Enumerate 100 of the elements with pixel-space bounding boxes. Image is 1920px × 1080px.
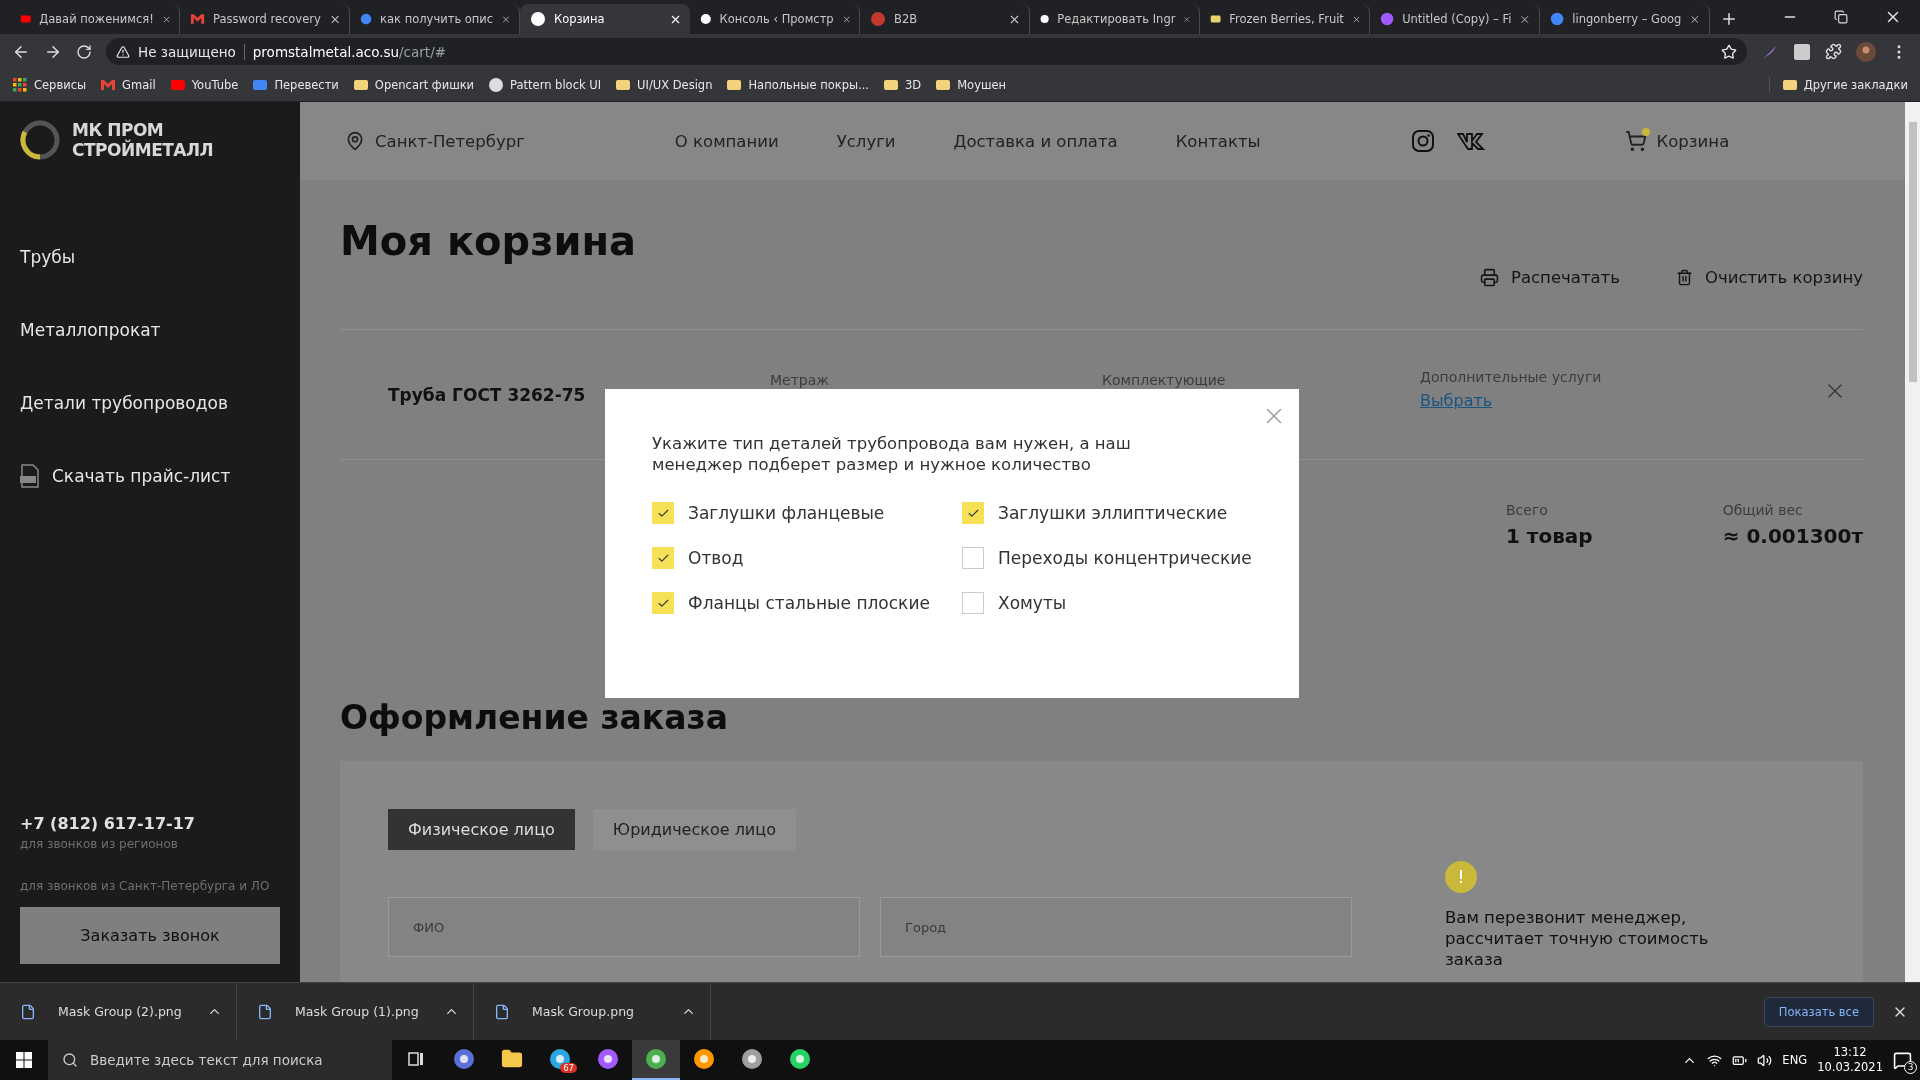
checkbox[interactable]	[962, 592, 984, 614]
site-favicon-icon	[700, 11, 712, 27]
phone-number[interactable]: +7 (812) 617-17-17	[20, 814, 280, 833]
site-favicon-icon	[870, 11, 886, 27]
extension-icon[interactable]	[1793, 42, 1811, 61]
windows-start-icon[interactable]	[16, 1052, 32, 1068]
customer-type-tab[interactable]: Физическое лицо	[388, 809, 575, 850]
option-checkbox[interactable]: Заглушки эллиптические	[962, 502, 1259, 524]
bookmark[interactable]: UI/UX Design	[615, 77, 713, 93]
summary-value: 1 товар	[1506, 524, 1593, 548]
folder-icon	[726, 77, 743, 93]
apps-grid-icon	[12, 77, 28, 93]
option-label: Заглушки эллиптические	[998, 503, 1228, 523]
instagram-icon[interactable]	[1410, 129, 1435, 153]
bookmark[interactable]: Сервисы	[12, 77, 87, 93]
logo-text: МК ПРОМ СТРОЙМЕТАЛЛ	[72, 120, 214, 160]
app-icon[interactable]	[645, 1048, 667, 1070]
dialog-text: Укажите тип деталей трубопровода вам нужен, а наш менеджер подберет размер и нужное количество	[652, 433, 1132, 475]
folder-icon	[615, 77, 632, 93]
warning-icon	[1445, 861, 1477, 893]
reload-icon[interactable]	[76, 43, 92, 60]
task-view-icon[interactable]	[407, 1050, 425, 1068]
option-checkbox[interactable]: Фланцы стальные плоские	[652, 592, 962, 614]
site-favicon-icon	[190, 11, 206, 27]
notification-count: 3	[1904, 1060, 1917, 1074]
cart-link[interactable]: Корзина	[1624, 130, 1730, 152]
option-checkbox[interactable]: Хомуты	[962, 592, 1259, 614]
checkbox[interactable]	[652, 592, 674, 614]
nav-link[interactable]: Контакты	[1175, 131, 1261, 151]
phone-note: для звонков из регионов	[20, 837, 179, 851]
new-tab-icon[interactable]	[1720, 10, 1738, 28]
network-icon[interactable]	[1707, 1052, 1723, 1068]
checkbox[interactable]	[962, 547, 984, 569]
site-favicon-icon	[360, 11, 373, 27]
option-checkbox[interactable]: Отвод	[652, 547, 962, 569]
app-icon[interactable]	[597, 1048, 619, 1070]
bookmark[interactable]: Моушен	[935, 77, 1007, 93]
nav-link[interactable]: Доставка и оплата	[953, 131, 1118, 151]
checkbox[interactable]	[962, 502, 984, 524]
bookmark[interactable]: Pattern block UI	[488, 77, 602, 93]
input-field[interactable]: Город	[880, 897, 1352, 957]
site-favicon-icon	[169, 77, 186, 93]
clear-cart-link[interactable]: Очистить корзину	[1675, 268, 1863, 287]
bookmark[interactable]: YouTube	[169, 77, 239, 93]
bookmark[interactable]: 3D	[883, 77, 922, 93]
app-icon[interactable]	[741, 1048, 763, 1070]
address-bar[interactable]: Не защищено promstalmetal.aco.su/cart/#	[106, 38, 1747, 65]
language-indicator[interactable]: ENG	[1782, 1053, 1808, 1067]
option-checkbox[interactable]: Переходы концентрические	[962, 547, 1259, 569]
sidebar-link[interactable]: Детали трубопроводов	[20, 366, 280, 439]
call-button[interactable]: Заказать звонок	[20, 907, 280, 964]
file-icon	[494, 1003, 510, 1020]
option-checkbox[interactable]: Заглушки фланцевые	[652, 502, 962, 524]
security-label: Не защищено	[138, 43, 236, 60]
cart-icon	[1624, 130, 1647, 152]
taskbar-app[interactable]: 67	[536, 1040, 584, 1080]
avatar-icon[interactable]	[1856, 41, 1876, 62]
summary-value: ≈ 0.001300т	[1722, 524, 1863, 548]
show-all-button[interactable]: Показать все	[1763, 996, 1874, 1027]
input-field[interactable]: ФИО	[388, 897, 860, 957]
restore-icon[interactable]	[1834, 10, 1848, 24]
vk-icon[interactable]	[1456, 132, 1485, 150]
sidebar-link[interactable]: Металлопрокат	[20, 293, 280, 366]
sidebar-link[interactable]: Трубы	[20, 220, 280, 293]
volume-icon[interactable]	[1757, 1052, 1773, 1068]
clock[interactable]: 13:12 10.03.2021	[1817, 1045, 1883, 1075]
browser-tab[interactable]: Корзина	[520, 4, 690, 34]
checkbox[interactable]	[652, 502, 674, 524]
sidebar-link[interactable]: Скачать прайс-лист	[20, 439, 280, 512]
column-label: Комплектующие	[1102, 371, 1227, 388]
folder-icon[interactable]	[501, 1048, 523, 1070]
customer-type-tab[interactable]: Юридическое лицо	[592, 809, 796, 850]
app-icon[interactable]	[549, 1048, 571, 1070]
checkbox[interactable]	[652, 547, 674, 569]
logo-ring-icon	[20, 120, 60, 160]
print-link[interactable]: Распечатать	[1479, 268, 1620, 287]
bookmark-folder[interactable]: Другие закладки	[1768, 77, 1908, 93]
location-pin-icon	[345, 131, 365, 151]
scrollbar-thumb[interactable]	[1908, 122, 1917, 382]
option-label: Фланцы стальные плоские	[688, 593, 930, 613]
app-icon[interactable]	[693, 1048, 715, 1070]
notifications-icon[interactable]	[1893, 1050, 1912, 1070]
bookmark[interactable]: Перевести	[252, 77, 339, 93]
bookmark-star-icon[interactable]	[1721, 43, 1737, 60]
site-favicon-icon	[252, 77, 269, 93]
app-icon[interactable]	[453, 1048, 475, 1070]
taskbar-app[interactable]	[632, 1040, 680, 1080]
taskbar-search[interactable]: Введите здесь текст для поиска	[48, 1040, 392, 1080]
extensions-icon[interactable]	[1825, 43, 1842, 60]
bookmark[interactable]: Напольные покры...	[726, 77, 869, 93]
nav-link[interactable]: О компании	[674, 131, 779, 151]
nav-link[interactable]: Услуги	[836, 131, 896, 151]
bookmark[interactable]: Gmail	[100, 77, 156, 93]
summary-label: Всего	[1506, 502, 1549, 518]
site-favicon-icon	[1380, 11, 1395, 27]
city-selector[interactable]: Санкт-Петербург	[345, 131, 525, 151]
bookmark[interactable]: Opencart фишки	[352, 77, 475, 93]
app-icon[interactable]	[789, 1048, 811, 1070]
unread-badge: 67	[560, 1063, 577, 1073]
option-label: Переходы концентрические	[998, 548, 1252, 568]
